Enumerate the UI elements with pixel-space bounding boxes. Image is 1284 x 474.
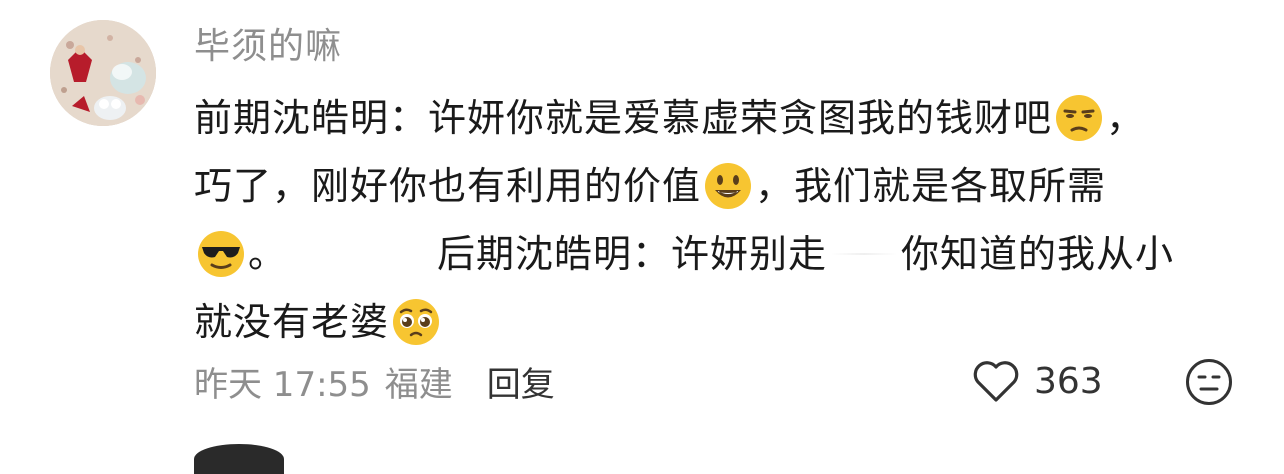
comment-item: 毕须的嘛 前期沈皓明：许妍你就是爱慕虚荣贪图我的钱财吧 ， 巧了，刚好你也有利用… [0,0,1284,474]
user-avatar[interactable] [50,20,156,126]
comment-line-2: 巧了，刚好你也有利用的价值 ，我们就是各取所需 [194,152,1204,220]
faint-divider [831,253,898,255]
comment-body: 前期沈皓明：许妍你就是爱慕虚荣贪图我的钱财吧 ， 巧了，刚好你也有利用的价值 ，… [194,84,1204,356]
comment-line-3: 。 后期沈皓明：许妍别走 你知道的我从小 [194,220,1204,288]
comment-line-4: 就没有老婆 [194,288,1204,356]
dislike-button[interactable] [1184,357,1234,407]
reply-button[interactable]: 回复 [487,357,555,406]
comment-meta: 昨天 17:55 福建 回复 [194,356,555,406]
pleading-face-emoji-icon [393,299,440,345]
like-count: 363 [1034,360,1103,402]
next-comment-avatar[interactable] [194,444,284,474]
comment-text-segment: 后期沈皓明：许妍别走 [437,232,828,276]
comment-text-segment: ， [1106,96,1146,140]
heart-outline-icon [973,361,1019,402]
comment-time: 昨天 17:55 [194,364,371,405]
comment-text-segment: 就没有老婆 [194,300,390,344]
comment-location: 福建 [384,364,453,405]
neutral-face-icon [1186,359,1232,405]
comment-line-1: 前期沈皓明：许妍你就是爱慕虚荣贪图我的钱财吧 ， [194,84,1204,152]
comment-text-segment: 你知道的我从小 [901,232,1175,276]
sunglasses-face-emoji-icon [198,231,244,277]
comment-text-segment: 巧了，刚好你也有利用的价值 [194,164,702,208]
comment-text-segment: ，我们就是各取所需 [755,164,1107,208]
grinning-face-emoji-icon [705,163,752,209]
like-button[interactable]: 363 [970,356,1103,406]
comment-text-segment: 。 [248,232,288,276]
comment-text-segment: 前期沈皓明：许妍你就是爱慕虚荣贪图我的钱财吧 [194,96,1053,140]
comment-username[interactable]: 毕须的嘛 [194,22,342,72]
unamused-face-emoji-icon [1056,95,1103,141]
